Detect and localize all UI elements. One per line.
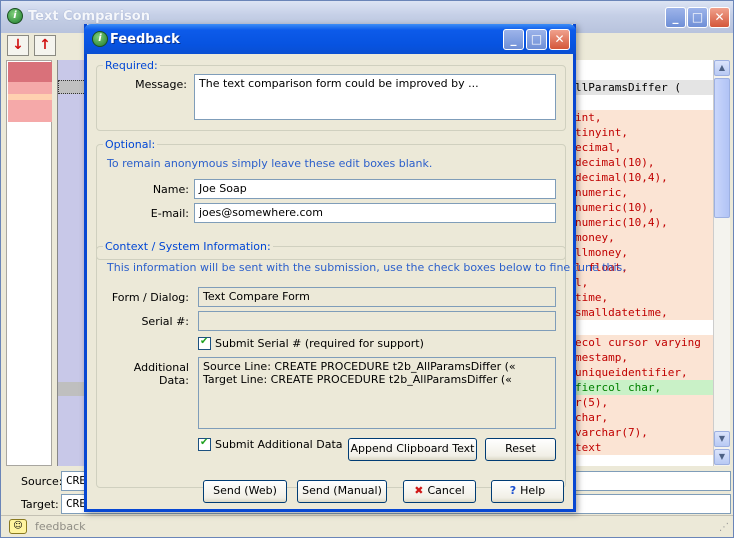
- message-field[interactable]: The text comparison form could be improv…: [194, 74, 556, 120]
- code-line: varchar(7),: [571, 425, 713, 440]
- send-web-button[interactable]: Send (Web): [203, 480, 287, 503]
- previous-difference-button[interactable]: ↑: [34, 35, 56, 56]
- code-line: smalldatetime,: [571, 305, 713, 320]
- message-label: Message:: [135, 78, 187, 91]
- code-line: money,: [571, 230, 713, 245]
- code-line: r(5),: [571, 395, 713, 410]
- target-label: Target:: [21, 498, 59, 511]
- arrow-down-icon: ↓: [12, 37, 24, 53]
- submit-serial-label: Submit Serial # (required for support): [215, 337, 424, 350]
- code-line: decimal(10),: [571, 155, 713, 170]
- code-line: ecol cursor varying: [571, 335, 713, 350]
- send-manual-button[interactable]: Send (Manual): [297, 480, 387, 503]
- dialog-maximize-button[interactable]: □: [526, 29, 547, 50]
- scroll-up-icon[interactable]: ▲: [714, 60, 730, 76]
- code-line: llParamsDiffer (: [571, 80, 713, 95]
- code-line: numeric(10),: [571, 200, 713, 215]
- next-difference-button[interactable]: ↓: [7, 35, 29, 56]
- dialog-titlebar: i Feedback _ □ ✕: [84, 24, 576, 54]
- submit-serial-checkbox[interactable]: Submit Serial # (required for support): [198, 336, 424, 350]
- code-line: decimal(10,4),: [571, 170, 713, 185]
- append-clipboard-button[interactable]: Append Clipboard Text: [348, 438, 477, 461]
- cancel-button[interactable]: ✖ Cancel: [403, 480, 476, 503]
- source-label: Source:: [21, 475, 63, 488]
- dialog-title: Feedback: [110, 32, 180, 47]
- serial-field: [198, 311, 556, 331]
- maximize-button[interactable]: □: [687, 7, 708, 28]
- scrollbar-thumb[interactable]: [714, 78, 730, 218]
- email-label: E-mail:: [150, 207, 189, 220]
- cancel-x-icon: ✖: [414, 484, 424, 497]
- arrow-up-icon: ↑: [39, 37, 51, 53]
- code-line: numeric(10,4),: [571, 215, 713, 230]
- dialog-minimize-button[interactable]: _: [503, 29, 524, 50]
- required-group-title: Required:: [103, 59, 160, 72]
- code-line: mestamp,: [571, 350, 713, 365]
- submit-additional-checkbox[interactable]: Submit Additional Data: [198, 437, 343, 451]
- code-line: time,: [571, 290, 713, 305]
- required-group: Required: Message: The text comparison f…: [96, 59, 566, 131]
- cancel-label: Cancel: [427, 484, 465, 497]
- overview-block: [8, 82, 52, 122]
- help-question-icon: ?: [509, 484, 517, 497]
- name-field[interactable]: Joe Soap: [194, 179, 556, 199]
- submit-additional-label: Submit Additional Data: [215, 438, 343, 451]
- app-icon: i: [92, 31, 108, 47]
- send-manual-label: Send (Manual): [302, 484, 382, 497]
- code-line: char,: [571, 410, 713, 425]
- feedback-dialog: i Feedback _ □ ✕ Required: Message: The …: [84, 24, 626, 512]
- checkbox-checked-icon[interactable]: [198, 336, 211, 350]
- vertical-scrollbar[interactable]: ▲ ▼ ▼: [713, 60, 730, 466]
- window-title: Text Comparison: [28, 9, 150, 24]
- serial-label: Serial #:: [141, 315, 189, 328]
- context-group: Context / System Information: This infor…: [96, 240, 626, 488]
- scroll-down-icon[interactable]: ▼: [714, 449, 730, 465]
- difference-overview[interactable]: [6, 60, 52, 466]
- code-line: uniqueidentifier,: [571, 365, 713, 380]
- name-label: Name:: [152, 183, 189, 196]
- line-gutter: [57, 60, 88, 466]
- reset-button[interactable]: Reset: [485, 438, 556, 461]
- overview-block: [8, 94, 52, 100]
- code-line: l,: [571, 275, 713, 290]
- code-line: int,: [571, 110, 713, 125]
- app-icon: i: [7, 8, 23, 24]
- optional-group-title: Optional:: [103, 138, 158, 151]
- context-hint: This information will be sent with the s…: [107, 261, 626, 274]
- form-dialog-field: Text Compare Form: [198, 287, 556, 307]
- form-dialog-label: Form / Dialog:: [111, 291, 189, 304]
- dialog-close-button[interactable]: ✕: [549, 29, 570, 50]
- code-line: text: [571, 440, 713, 455]
- code-line: ecimal,: [571, 140, 713, 155]
- resize-grip-icon[interactable]: ⋰: [719, 522, 729, 533]
- close-button[interactable]: ✕: [709, 7, 730, 28]
- code-line: tinyint,: [571, 125, 713, 140]
- minimize-button[interactable]: _: [665, 7, 686, 28]
- send-web-label: Send (Web): [213, 484, 277, 497]
- feedback-icon[interactable]: ☺: [9, 519, 27, 534]
- dialog-body: Required: Message: The text comparison f…: [87, 54, 626, 509]
- help-button[interactable]: ? Help: [491, 480, 564, 503]
- help-label: Help: [520, 484, 546, 497]
- code-line: fiercol char,: [571, 380, 713, 395]
- additional-data-field[interactable]: Source Line: CREATE PROCEDURE t2b_AllPar…: [198, 357, 556, 429]
- status-text[interactable]: feedback: [35, 520, 86, 533]
- status-bar: ☺ feedback ⋰: [1, 515, 733, 537]
- email-field[interactable]: joes@somewhere.com: [194, 203, 556, 223]
- context-group-title: Context / System Information:: [103, 240, 273, 253]
- overview-block: [8, 62, 52, 82]
- optional-hint: To remain anonymous simply leave these e…: [107, 157, 433, 170]
- checkbox-checked-icon[interactable]: [198, 437, 211, 451]
- code-line: numeric,: [571, 185, 713, 200]
- code-line: llmoney,: [571, 245, 713, 260]
- additional-data-label: Additional Data:: [133, 361, 189, 387]
- scroll-down-icon[interactable]: ▼: [714, 431, 730, 447]
